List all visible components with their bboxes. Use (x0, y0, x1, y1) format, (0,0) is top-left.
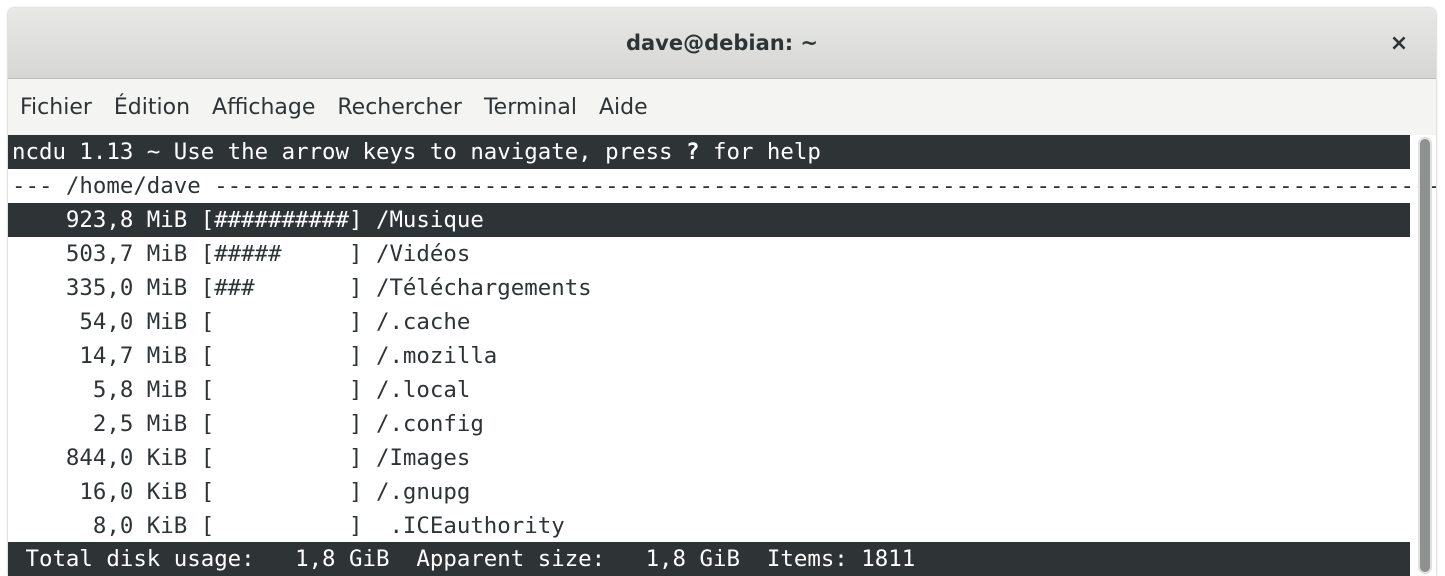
bar-open-bracket: [ (187, 411, 215, 437)
usage-bar (214, 339, 349, 373)
usage-bar (214, 305, 349, 339)
disk-usage-footer: Total disk usage: 1,8 GiB Apparent size:… (8, 542, 1410, 576)
usage-bar (214, 373, 349, 407)
item-size: 8,0 KiB (92, 513, 188, 539)
vertical-scrollbar[interactable] (1418, 137, 1432, 574)
usage-bar: ### (214, 275, 350, 301)
bar-close-bracket: ] (349, 275, 376, 301)
close-icon[interactable]: × (1384, 28, 1414, 58)
window-title: dave@debian: ~ (625, 31, 819, 55)
item-size: 844,0 KiB (65, 445, 188, 471)
list-item[interactable]: 54,0 MiB [ ] /.cache (8, 305, 1410, 339)
list-item[interactable]: 2,5 MiB [ ] /.config (8, 407, 1410, 441)
bar-close-bracket: ] (349, 343, 376, 369)
bar-close-bracket: ] (349, 207, 376, 233)
bar-open-bracket: [ (187, 479, 215, 505)
usage-bar (214, 509, 349, 543)
menu-bar: Fichier Édition Affichage Rechercher Ter… (8, 79, 1436, 135)
list-item[interactable]: 5,8 MiB [ ] /.local (8, 373, 1410, 407)
bar-open-bracket: [ (187, 241, 215, 267)
item-name: /.config (375, 411, 484, 437)
list-item[interactable]: 503,7 MiB [##### ] /Vidéos (8, 237, 1410, 271)
usage-bar (214, 407, 349, 441)
list-item[interactable]: 923,8 MiB [##########] /Musique (8, 203, 1410, 237)
title-bar[interactable]: dave@debian: ~ × (8, 8, 1436, 79)
item-name: /.mozilla (375, 343, 498, 369)
header-text: ncdu 1.13 ~ Use the arrow keys to naviga… (12, 139, 687, 165)
help-key: ? (686, 139, 700, 165)
bar-open-bracket: [ (187, 275, 215, 301)
usage-bar: ##### (214, 241, 350, 267)
menu-rechercher[interactable]: Rechercher (327, 95, 474, 120)
item-size: 14,7 MiB (79, 343, 188, 369)
bar-open-bracket: [ (187, 309, 215, 335)
bar-open-bracket: [ (187, 445, 215, 471)
bar-open-bracket: [ (187, 207, 215, 233)
item-name: /.local (375, 377, 471, 403)
header-suffix: for help (699, 139, 821, 165)
item-size: 923,8 MiB (65, 207, 188, 233)
usage-bar (214, 475, 349, 509)
list-item[interactable]: 335,0 MiB [### ] /Téléchargements (8, 271, 1410, 305)
item-name: /.gnupg (375, 479, 471, 505)
usage-bar (214, 441, 349, 475)
item-size: 2,5 MiB (92, 411, 188, 437)
bar-close-bracket: ] (349, 241, 376, 267)
item-name: /Musique (375, 207, 484, 233)
menu-affichage[interactable]: Affichage (202, 95, 327, 120)
ncdu-header: ncdu 1.13 ~ Use the arrow keys to naviga… (8, 135, 1410, 169)
item-size: 503,7 MiB (65, 241, 188, 267)
bar-close-bracket: ] (349, 377, 376, 403)
item-size: 5,8 MiB (92, 377, 188, 403)
item-size: 54,0 MiB (79, 309, 188, 335)
item-size: 335,0 MiB (65, 275, 188, 301)
menu-fichier[interactable]: Fichier (10, 95, 104, 120)
menu-edition[interactable]: Édition (104, 95, 202, 120)
current-path-line: --- /home/dave -------------------------… (12, 173, 1436, 199)
item-name: /Images (375, 445, 471, 471)
menu-aide[interactable]: Aide (589, 95, 660, 120)
bar-open-bracket: [ (187, 377, 215, 403)
bar-open-bracket: [ (187, 513, 215, 539)
terminal-area[interactable]: ncdu 1.13 ~ Use the arrow keys to naviga… (8, 135, 1436, 576)
bar-open-bracket: [ (187, 343, 215, 369)
bar-close-bracket: ] (349, 479, 376, 505)
item-size: 16,0 KiB (79, 479, 188, 505)
item-name: /Téléchargements (375, 275, 592, 301)
directory-list[interactable]: 923,8 MiB [##########] /Musique 503,7 MiB… (8, 203, 1436, 543)
list-item[interactable]: 14,7 MiB [ ] /.mozilla (8, 339, 1410, 373)
item-name: /Vidéos (375, 241, 471, 267)
usage-bar: ########## (214, 207, 350, 233)
menu-terminal[interactable]: Terminal (474, 95, 589, 120)
list-item[interactable]: 16,0 KiB [ ] /.gnupg (8, 475, 1410, 509)
scrollbar-thumb[interactable] (1420, 139, 1430, 572)
list-item[interactable]: 844,0 KiB [ ] /Images (8, 441, 1410, 475)
bar-close-bracket: ] (349, 309, 376, 335)
bar-close-bracket: ] (349, 445, 376, 471)
bar-close-bracket: ] (349, 513, 376, 539)
item-name: /.cache (375, 309, 471, 335)
list-item[interactable]: 8,0 KiB [ ] .ICEauthority (8, 509, 1410, 543)
terminal-window: dave@debian: ~ × Fichier Édition Afficha… (8, 8, 1436, 576)
bar-close-bracket: ] (349, 411, 376, 437)
item-name: .ICEauthority (375, 513, 565, 539)
